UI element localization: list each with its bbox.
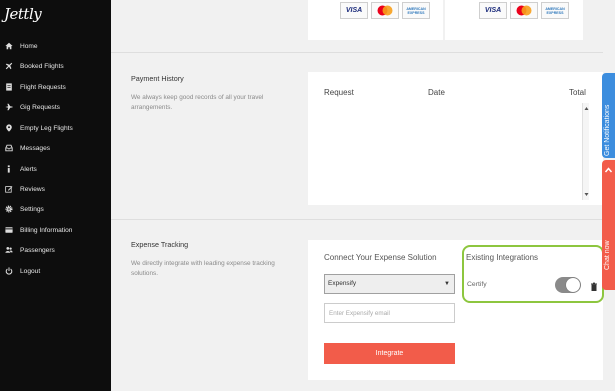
sidebar-item-reviews[interactable]: Reviews	[0, 179, 111, 199]
expensify-email-input[interactable]	[324, 303, 455, 323]
expense-tracking-title: Expense Tracking	[131, 240, 189, 249]
section-divider	[111, 52, 603, 53]
sidebar-item-messages[interactable]: Messages	[0, 138, 111, 158]
jettly-logo[interactable]: Jettly	[4, 4, 50, 24]
column-header-total[interactable]: Total	[569, 88, 586, 97]
document-icon	[5, 83, 13, 91]
column-header-date[interactable]: Date	[428, 88, 445, 97]
sidebar-item-label: Booked Flights	[20, 62, 64, 70]
sidebar-item-gig-requests[interactable]: Gig Requests	[0, 97, 111, 117]
chevron-down-icon: ▼	[444, 281, 450, 287]
mastercard-logo	[371, 2, 399, 19]
sidebar-item-label: Home	[20, 42, 38, 50]
get-notifications-label: Get Notifications	[604, 104, 611, 156]
home-icon	[5, 42, 13, 50]
sidebar-item-passengers[interactable]: Passengers	[0, 240, 111, 260]
accepted-cards-panel-2: VISA AMERICAN EXPRESS	[445, 0, 583, 40]
amex-logo: AMERICAN EXPRESS	[402, 2, 430, 19]
connect-expense-heading: Connect Your Expense Solution	[324, 253, 437, 262]
sidebar-item-empty-leg-flights[interactable]: Empty Leg Flights	[0, 118, 111, 138]
sidebar-item-billing-information[interactable]: Billing Information	[0, 220, 111, 240]
sidebar-item-flight-requests[interactable]: Flight Requests	[0, 77, 111, 97]
expense-tracking-description: We directly integrate with leading expen…	[131, 260, 275, 277]
sidebar: Jettly Home Booked Flights Flight Reques…	[0, 0, 111, 391]
sidebar-item-settings[interactable]: Settings	[0, 199, 111, 219]
mastercard-logo	[510, 2, 538, 19]
inbox-icon	[5, 144, 13, 152]
main-content: VISA AMERICAN EXPRESS VISA AMERICAN EXPR…	[111, 0, 604, 391]
credit-card-icon	[5, 226, 13, 234]
sidebar-item-label: Empty Leg Flights	[20, 124, 73, 132]
chat-now-tab[interactable]: Chat now	[602, 160, 615, 290]
payment-history-description: We always keep good records of all your …	[131, 94, 264, 111]
edit-icon	[5, 185, 13, 193]
integrate-button[interactable]: Integrate	[324, 343, 455, 364]
sidebar-item-label: Gig Requests	[20, 103, 60, 111]
get-notifications-tab[interactable]: Get Notifications	[602, 73, 615, 158]
sidebar-item-label: Logout	[20, 267, 41, 275]
trash-icon[interactable]	[590, 279, 598, 291]
plane-icon	[5, 62, 13, 70]
certify-toggle[interactable]	[555, 277, 581, 293]
chevron-up-icon	[604, 167, 613, 173]
sidebar-item-label: Alerts	[20, 165, 37, 173]
table-scrollbar[interactable]	[582, 103, 589, 200]
sidebar-item-label: Reviews	[20, 185, 45, 193]
sidebar-item-booked-flights[interactable]: Booked Flights	[0, 56, 111, 76]
expense-solution-select[interactable]: Expensify ▼	[324, 274, 455, 294]
accepted-cards-panel: VISA AMERICAN EXPRESS	[308, 0, 443, 40]
integration-name: Certify	[467, 281, 487, 288]
gear-icon	[5, 205, 13, 213]
visa-logo: VISA	[479, 2, 507, 19]
scrollbar-arrows	[584, 107, 589, 196]
power-icon	[5, 267, 13, 275]
existing-integrations-heading: Existing Integrations	[466, 253, 539, 262]
sidebar-item-label: Passengers	[20, 246, 55, 254]
payment-history-title: Payment History	[131, 74, 184, 83]
sidebar-item-label: Messages	[20, 144, 51, 152]
map-pin-icon	[5, 124, 13, 132]
column-header-request[interactable]: Request	[324, 88, 354, 97]
sidebar-item-label: Billing Information	[20, 226, 73, 234]
selected-solution: Expensify	[328, 280, 357, 287]
plane-icon	[5, 103, 13, 111]
section-divider	[111, 219, 603, 220]
chat-now-label: Chat now	[604, 240, 611, 270]
users-icon	[5, 246, 13, 254]
sidebar-item-label: Flight Requests	[20, 83, 66, 91]
sidebar-item-home[interactable]: Home	[0, 36, 111, 56]
amex-logo: AMERICAN EXPRESS	[541, 2, 569, 19]
sidebar-item-alerts[interactable]: Alerts	[0, 159, 111, 179]
sidebar-item-logout[interactable]: Logout	[0, 261, 111, 281]
info-icon	[5, 165, 13, 173]
sidebar-item-label: Settings	[20, 205, 44, 213]
visa-logo: VISA	[340, 2, 368, 19]
toggle-knob	[566, 278, 580, 292]
